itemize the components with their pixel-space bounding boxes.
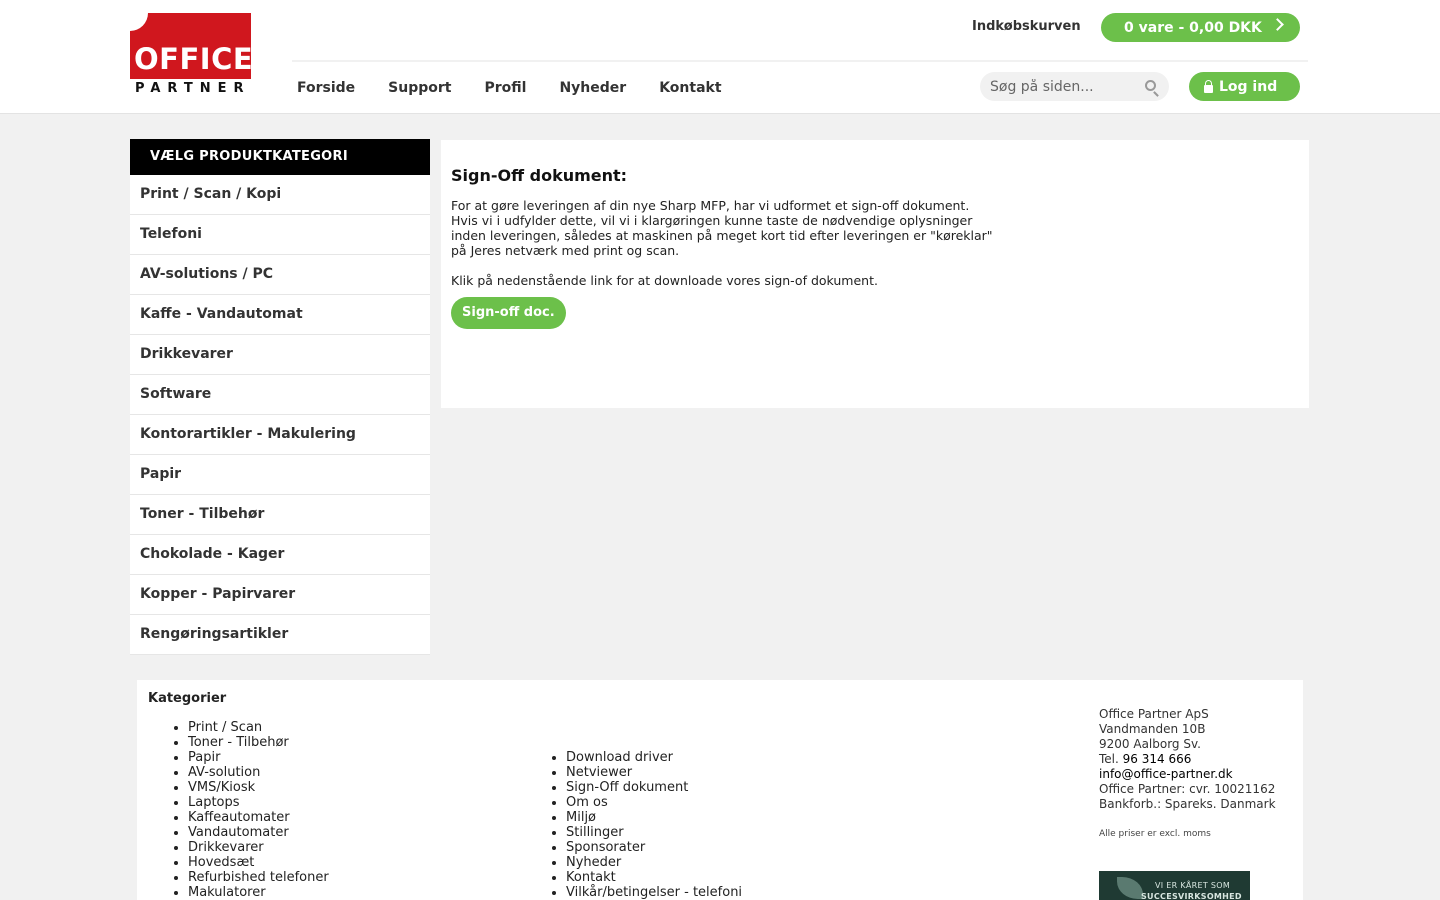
footer-link[interactable]: VMS/Kiosk [188, 780, 329, 795]
footer-link[interactable]: Laptops [188, 795, 329, 810]
footer-link[interactable]: Netviewer [566, 765, 742, 780]
footer-link[interactable]: Drikkevarer [188, 840, 329, 855]
footer-link[interactable]: Om os [566, 795, 742, 810]
badge-line-1: VI ER KÅRET SOM [1155, 881, 1231, 890]
sidebar-item-telefoni[interactable]: Telefoni [130, 215, 430, 255]
sidebar-item-print-scan-kopi[interactable]: Print / Scan / Kopi [130, 175, 430, 215]
award-badge[interactable]: VI ER KÅRET SOM SUCCESVIRKSOMHED [1099, 871, 1250, 900]
email-link[interactable]: info@office-partner.dk [1099, 767, 1276, 782]
phone-link[interactable]: 96 314 666 [1123, 752, 1192, 766]
sidebar-item-kontorartikler[interactable]: Kontorartikler - Makulering [130, 415, 430, 455]
footer-link[interactable]: Vilkår/betingelser - telefoni [566, 885, 742, 900]
logo-word: OFFICE [134, 42, 254, 76]
company-street: Vandmanden 10B [1099, 722, 1206, 736]
nav-item-support[interactable]: Support [388, 80, 451, 96]
footer-link[interactable]: Sign-Off dokument [566, 780, 742, 795]
company-city: 9200 Aalborg Sv. [1099, 737, 1201, 751]
chevron-right-icon [1271, 18, 1284, 31]
search-box [980, 72, 1169, 101]
footer-link[interactable]: Nyheder [566, 855, 742, 870]
footer-heading: Kategorier [148, 691, 227, 706]
leaf-icon [1117, 877, 1143, 899]
sign-off-doc-button[interactable]: Sign-off doc. [451, 297, 566, 329]
footer-link[interactable]: Toner - Tilbehør [188, 735, 329, 750]
company-address: Office Partner ApS Vandmanden 10B 9200 A… [1099, 707, 1276, 812]
download-instruction: Klik på nedenstående link for at downloa… [451, 273, 878, 288]
footer-link[interactable]: Papir [188, 750, 329, 765]
footer-link[interactable]: Hovedsæt [188, 855, 329, 870]
company-cvr: Office Partner: cvr. 10021162 [1099, 782, 1276, 796]
footer-link[interactable]: Makulatorer [188, 885, 329, 900]
footer-link[interactable]: Refurbished telefoner [188, 870, 329, 885]
phone-label: Tel. [1099, 752, 1119, 766]
footer-link[interactable]: Download driver [566, 750, 742, 765]
footer-category-list: Print / Scan Toner - Tilbehør Papir AV-s… [188, 720, 329, 900]
sidebar-item-toner[interactable]: Toner - Tilbehør [130, 495, 430, 535]
content-panel: Sign-Off dokument: For at gøre leveringe… [441, 140, 1309, 408]
price-note: Alle priser er excl. moms [1099, 829, 1211, 839]
intro-line-3: inden leveringen, således at maskinen på… [451, 228, 993, 243]
logo-subword: PARTNER [135, 81, 251, 96]
footer-link[interactable]: Kaffeautomater [188, 810, 329, 825]
login-label: Log ind [1219, 78, 1278, 95]
office-partner-logo[interactable]: OFFICE PARTNER [130, 13, 254, 97]
footer-link[interactable]: Sponsorater [566, 840, 742, 855]
company-phone-row: Tel. 96 314 666 [1099, 752, 1276, 767]
company-bank: Bankforb.: Spareks. Danmark [1099, 797, 1276, 811]
sidebar-item-av-solutions[interactable]: AV-solutions / PC [130, 255, 430, 295]
intro-line-2: Hvis vi i udfylder dette, vil vi i klarg… [451, 213, 973, 228]
sidebar-item-papir[interactable]: Papir [130, 455, 430, 495]
login-button[interactable]: Log ind [1189, 72, 1300, 101]
footer-link[interactable]: Stillinger [566, 825, 742, 840]
sidebar-item-software[interactable]: Software [130, 375, 430, 415]
sidebar-item-chokolade[interactable]: Chokolade - Kager [130, 535, 430, 575]
footer-link[interactable]: Vandautomater [188, 825, 329, 840]
lock-icon [1204, 79, 1213, 93]
nav-item-profil[interactable]: Profil [484, 80, 526, 96]
category-sidebar: VÆLG PRODUKTKATEGORI Print / Scan / Kopi… [130, 139, 430, 655]
footer-link[interactable]: Kontakt [566, 870, 742, 885]
intro-line-4: på Jeres netværk med print og scan. [451, 243, 680, 258]
cart-button[interactable]: 0 vare - 0,00 DKK [1101, 13, 1300, 42]
sidebar-item-rengoering[interactable]: Rengøringsartikler [130, 615, 430, 655]
page-title: Sign-Off dokument: [451, 166, 628, 185]
badge-line-2: SUCCESVIRKSOMHED [1141, 892, 1242, 900]
sidebar-title: VÆLG PRODUKTKATEGORI [130, 139, 430, 175]
header-divider [292, 60, 1308, 62]
footer-link[interactable]: Miljø [566, 810, 742, 825]
footer-info-list: Download driver Netviewer Sign-Off dokum… [566, 750, 742, 900]
cart-button-label: 0 vare - 0,00 DKK [1124, 19, 1262, 36]
cart-link[interactable]: Indkøbskurven [972, 19, 1081, 34]
footer-link[interactable]: AV-solution [188, 765, 329, 780]
sidebar-item-drikkevarer[interactable]: Drikkevarer [130, 335, 430, 375]
nav-item-kontakt[interactable]: Kontakt [659, 80, 721, 96]
search-input[interactable] [980, 72, 1130, 101]
search-icon[interactable] [1145, 80, 1156, 91]
footer-link[interactable]: Print / Scan [188, 720, 329, 735]
sidebar-item-kaffe-vandautomat[interactable]: Kaffe - Vandautomat [130, 295, 430, 335]
nav-item-forside[interactable]: Forside [297, 80, 355, 96]
site-footer: Kategorier Print / Scan Toner - Tilbehør… [137, 680, 1303, 900]
nav-item-nyheder[interactable]: Nyheder [559, 80, 626, 96]
main-nav: Forside Support Profil Nyheder Kontakt [297, 80, 755, 96]
company-name: Office Partner ApS [1099, 707, 1209, 721]
site-header: OFFICE PARTNER Indkøbskurven 0 vare - 0,… [0, 0, 1440, 114]
intro-line-1: For at gøre leveringen af din nye Sharp … [451, 198, 970, 213]
sidebar-item-kopper[interactable]: Kopper - Papirvarer [130, 575, 430, 615]
